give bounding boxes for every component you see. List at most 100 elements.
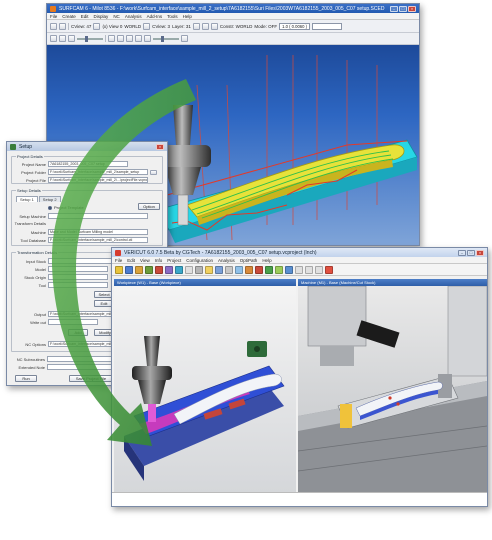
stop-icon[interactable] xyxy=(59,35,66,42)
surfcam-toolbar-1: CView: 47 (x) View 0 WORLD CView: 3 Laye… xyxy=(47,20,419,33)
project-name-input[interactable]: 7A6182155_2003_005_C07 setup xyxy=(48,161,128,167)
minimize-button[interactable]: – xyxy=(390,5,398,12)
linetype-icon[interactable] xyxy=(210,22,218,30)
zoom-icon[interactable] xyxy=(108,35,115,42)
vc-menu-configuration[interactable]: Configuration xyxy=(186,258,213,263)
workpiece-viewport[interactable] xyxy=(114,286,296,492)
linestyle-select[interactable] xyxy=(312,22,343,30)
rotate-icon[interactable] xyxy=(126,35,133,42)
vericut-close-button[interactable]: × xyxy=(476,249,484,256)
menu-display[interactable]: Display xyxy=(94,14,109,19)
fit-icon[interactable] xyxy=(285,265,293,274)
tab-setup-1[interactable]: Setup 1 xyxy=(16,196,38,202)
cview-label: CView: 47 xyxy=(71,23,92,29)
menu-file[interactable]: File xyxy=(50,14,57,19)
close-button[interactable]: × xyxy=(408,5,416,12)
stock-origin-input[interactable] xyxy=(48,274,108,280)
project-template-radio[interactable] xyxy=(48,205,52,210)
setup-close-button[interactable]: × xyxy=(156,143,164,150)
setup-details-group: Setup Details Setup 1 Setup 2 Option Pro… xyxy=(11,188,163,246)
open-project-icon[interactable] xyxy=(115,265,123,274)
tool-holder-body xyxy=(165,167,201,195)
layout-1-icon[interactable] xyxy=(295,265,303,274)
color-icon[interactable] xyxy=(201,22,209,30)
setup-machine-input[interactable] xyxy=(48,213,148,219)
view-icon[interactable] xyxy=(93,22,101,30)
menu-nc[interactable]: NC xyxy=(113,14,120,19)
rotate-icon[interactable] xyxy=(245,265,253,274)
zoom-slider[interactable] xyxy=(153,35,179,42)
nc-program-icon[interactable] xyxy=(165,265,173,274)
save-project-icon[interactable] xyxy=(125,265,133,274)
mode-label[interactable]: Mode: OFF xyxy=(254,24,277,29)
stop-icon[interactable] xyxy=(255,265,263,274)
vc-menu-project[interactable]: Project xyxy=(167,258,181,263)
model-input[interactable] xyxy=(48,266,108,272)
step-icon[interactable] xyxy=(68,35,75,42)
tab-setup-2[interactable]: Setup 2 xyxy=(38,196,61,202)
tool-input[interactable] xyxy=(48,282,108,288)
view-icon[interactable] xyxy=(215,265,223,274)
step-icon[interactable] xyxy=(275,265,283,274)
write-out-input[interactable] xyxy=(48,319,98,325)
zoom-icon[interactable] xyxy=(225,265,233,274)
machine-column xyxy=(447,286,487,377)
menu-help[interactable]: Help xyxy=(183,14,192,19)
vc-menu-edit[interactable]: Edit xyxy=(127,258,135,263)
menu-tools[interactable]: Tools xyxy=(167,14,178,19)
vc-menu-help[interactable]: Help xyxy=(262,258,271,263)
report-icon[interactable] xyxy=(205,265,213,274)
pan-icon[interactable] xyxy=(117,35,124,42)
vericut-maximize-button[interactable]: □ xyxy=(467,249,475,256)
machine-icon[interactable] xyxy=(175,265,183,274)
fit-icon[interactable] xyxy=(135,35,142,42)
close-view-icon[interactable] xyxy=(325,265,333,274)
setup-app-icon xyxy=(10,143,16,150)
save-project-button[interactable]: Save Project File xyxy=(69,375,113,382)
vericut-app-icon xyxy=(115,249,121,256)
control-input[interactable]: F:\work\Surfcam_interface\sample_mill_2\… xyxy=(48,237,148,243)
play-icon[interactable] xyxy=(50,35,57,42)
project-folder-input[interactable]: F:\work\Surfcam_interface\sample_mill_2\… xyxy=(48,169,148,175)
machine-input[interactable]: Make and Model Surfcam Milling model xyxy=(48,229,148,235)
layout-4-icon[interactable] xyxy=(315,265,323,274)
browse-folder-icon[interactable] xyxy=(150,169,157,175)
menu-create[interactable]: Create xyxy=(62,14,76,19)
setup-icon[interactable] xyxy=(145,265,153,274)
option-button[interactable]: Option xyxy=(138,203,160,210)
vc-menu-info[interactable]: Info xyxy=(155,258,163,263)
setup-titlebar[interactable]: Setup × xyxy=(7,142,167,151)
menu-add-ins[interactable]: Add-Ins xyxy=(147,14,163,19)
maximize-button[interactable]: □ xyxy=(399,5,407,12)
vc-tool-holder-body xyxy=(138,380,166,404)
wireframe-icon[interactable] xyxy=(181,35,188,42)
run-button[interactable]: Run xyxy=(15,375,37,382)
speed-slider[interactable] xyxy=(77,35,103,42)
surfcam-titlebar[interactable]: SURFCAM 6 - Milot 8536 - F:\work\Surfcam… xyxy=(47,4,419,13)
compare-icon[interactable] xyxy=(195,265,203,274)
tool-manager-icon[interactable] xyxy=(155,265,163,274)
vericut-titlebar[interactable]: VERICUT 6.0 7.5 Beta by CGTech - 7A61821… xyxy=(112,248,487,257)
cplane-icon[interactable] xyxy=(143,22,151,30)
vc-menu-analysis[interactable]: Analysis xyxy=(218,258,235,263)
vc-menu-view[interactable]: View xyxy=(140,258,150,263)
vc-menu-optipath[interactable]: OptiPath xyxy=(240,258,258,263)
open-icon[interactable] xyxy=(59,22,66,30)
project-file-input[interactable]: F:\work\Surfcam_interface\sample_mill_2\… xyxy=(48,177,148,183)
menu-analysis[interactable]: Analysis xyxy=(125,14,142,19)
new-icon[interactable] xyxy=(50,22,57,30)
reset-icon[interactable] xyxy=(185,265,193,274)
depth-field[interactable]: 1.0 ( 0.0060 ) xyxy=(279,22,311,30)
pan-icon[interactable] xyxy=(235,265,243,274)
layer-icon[interactable] xyxy=(192,22,200,30)
shade-icon[interactable] xyxy=(144,35,151,42)
layout-2-icon[interactable] xyxy=(305,265,313,274)
menu-edit[interactable]: Edit xyxy=(81,14,89,19)
play-icon[interactable] xyxy=(265,265,273,274)
folder-icon[interactable] xyxy=(135,265,143,274)
machine-viewport[interactable] xyxy=(298,286,487,492)
add-button[interactable]: Add xyxy=(68,329,88,336)
vericut-minimize-button[interactable]: – xyxy=(458,249,466,256)
vc-menu-file[interactable]: File xyxy=(115,258,122,263)
contact-point xyxy=(388,396,392,400)
